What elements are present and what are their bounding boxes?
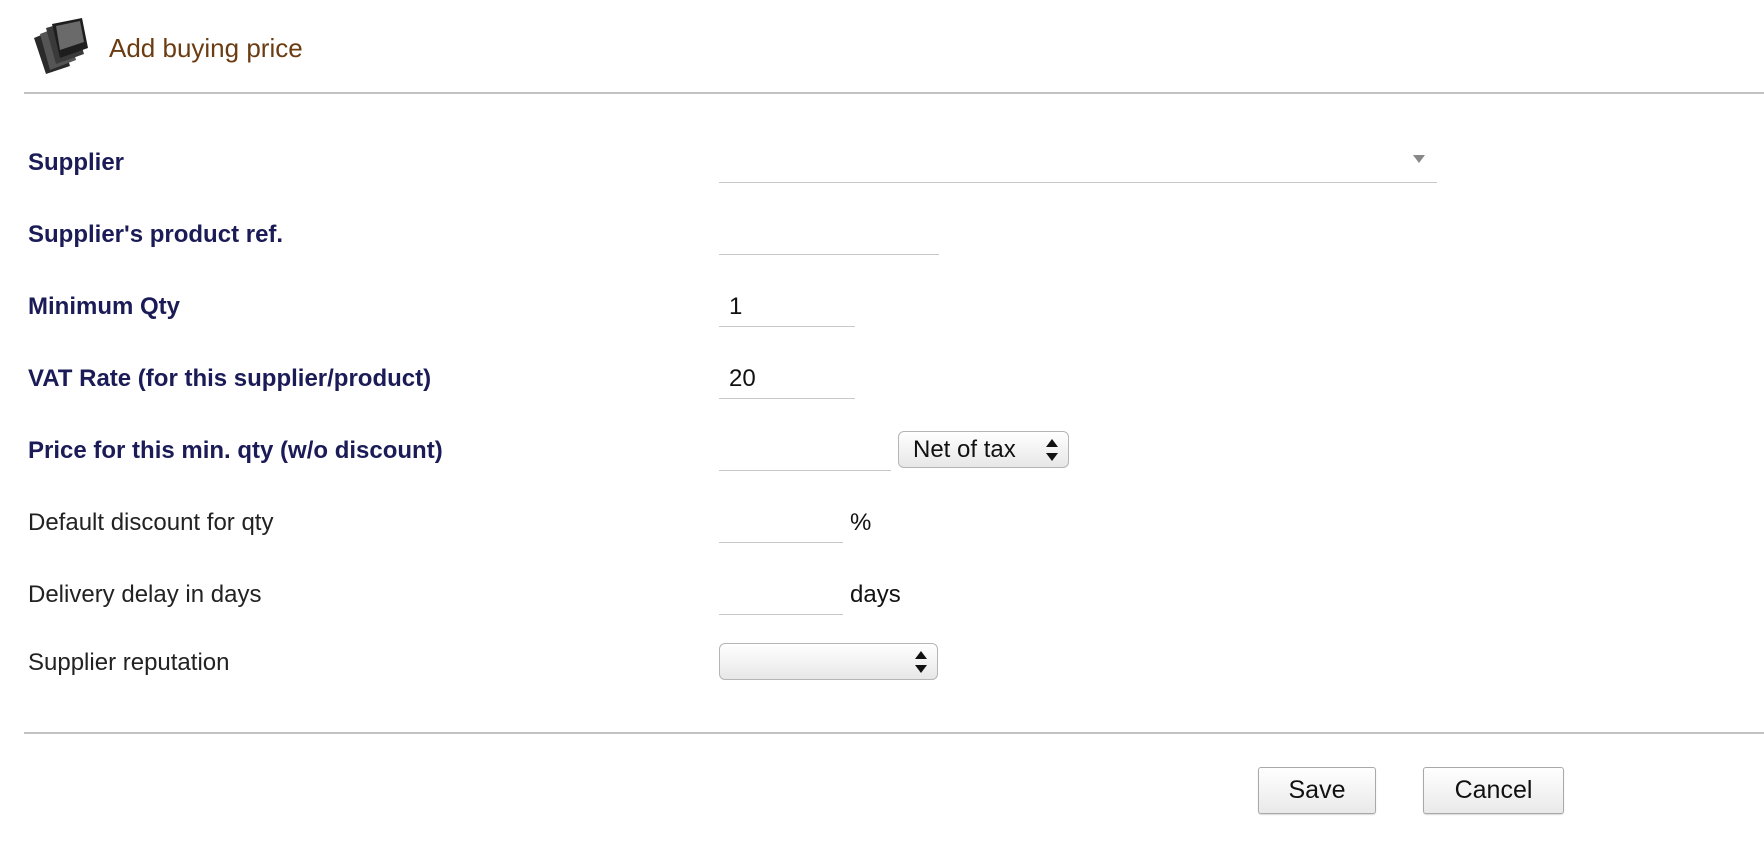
price-row: Price for this min. qty (w/o discount) N… (0, 431, 1764, 471)
folders-icon (34, 18, 88, 74)
delivery-delay-input[interactable] (719, 575, 843, 615)
supplier-row: Supplier (0, 143, 1764, 183)
supplier-combobox[interactable] (719, 143, 1437, 183)
page-title: Add buying price (109, 33, 303, 63)
tax-mode-select[interactable]: Net of tax (898, 431, 1069, 468)
supplier-ref-row: Supplier's product ref. (0, 215, 1764, 255)
updown-arrows-icon (1046, 439, 1058, 461)
supplier-ref-input[interactable] (719, 215, 939, 255)
delivery-delay-row: Delivery delay in days days (0, 575, 1764, 615)
discount-input[interactable] (719, 503, 843, 543)
price-input[interactable] (719, 431, 891, 471)
cancel-button[interactable]: Cancel (1423, 767, 1564, 814)
vat-rate-label: VAT Rate (for this supplier/product) (28, 365, 432, 392)
dropdown-arrow-icon[interactable] (1413, 155, 1425, 163)
discount-suffix: % (850, 509, 872, 536)
tax-mode-value: Net of tax (913, 436, 1016, 463)
delivery-delay-suffix: days (850, 581, 901, 608)
delivery-delay-label: Delivery delay in days (28, 581, 262, 608)
min-qty-row: Minimum Qty 1 (0, 287, 1764, 327)
updown-arrows-icon (915, 651, 927, 673)
supplier-label: Supplier (28, 149, 125, 176)
vat-rate-row: VAT Rate (for this supplier/product) 20 (0, 359, 1764, 399)
min-qty-label: Minimum Qty (28, 293, 181, 320)
reputation-select[interactable] (719, 643, 938, 680)
header-divider (24, 92, 1764, 94)
discount-label: Default discount for qty (28, 509, 274, 536)
supplier-ref-label: Supplier's product ref. (28, 221, 284, 248)
save-button[interactable]: Save (1258, 767, 1376, 814)
price-label: Price for this min. qty (w/o discount) (28, 437, 443, 464)
discount-row: Default discount for qty % (0, 503, 1764, 543)
min-qty-input[interactable]: 1 (719, 287, 855, 327)
reputation-label: Supplier reputation (28, 649, 230, 676)
vat-rate-input[interactable]: 20 (719, 359, 855, 399)
reputation-row: Supplier reputation (0, 643, 1764, 683)
footer-divider (24, 732, 1764, 734)
